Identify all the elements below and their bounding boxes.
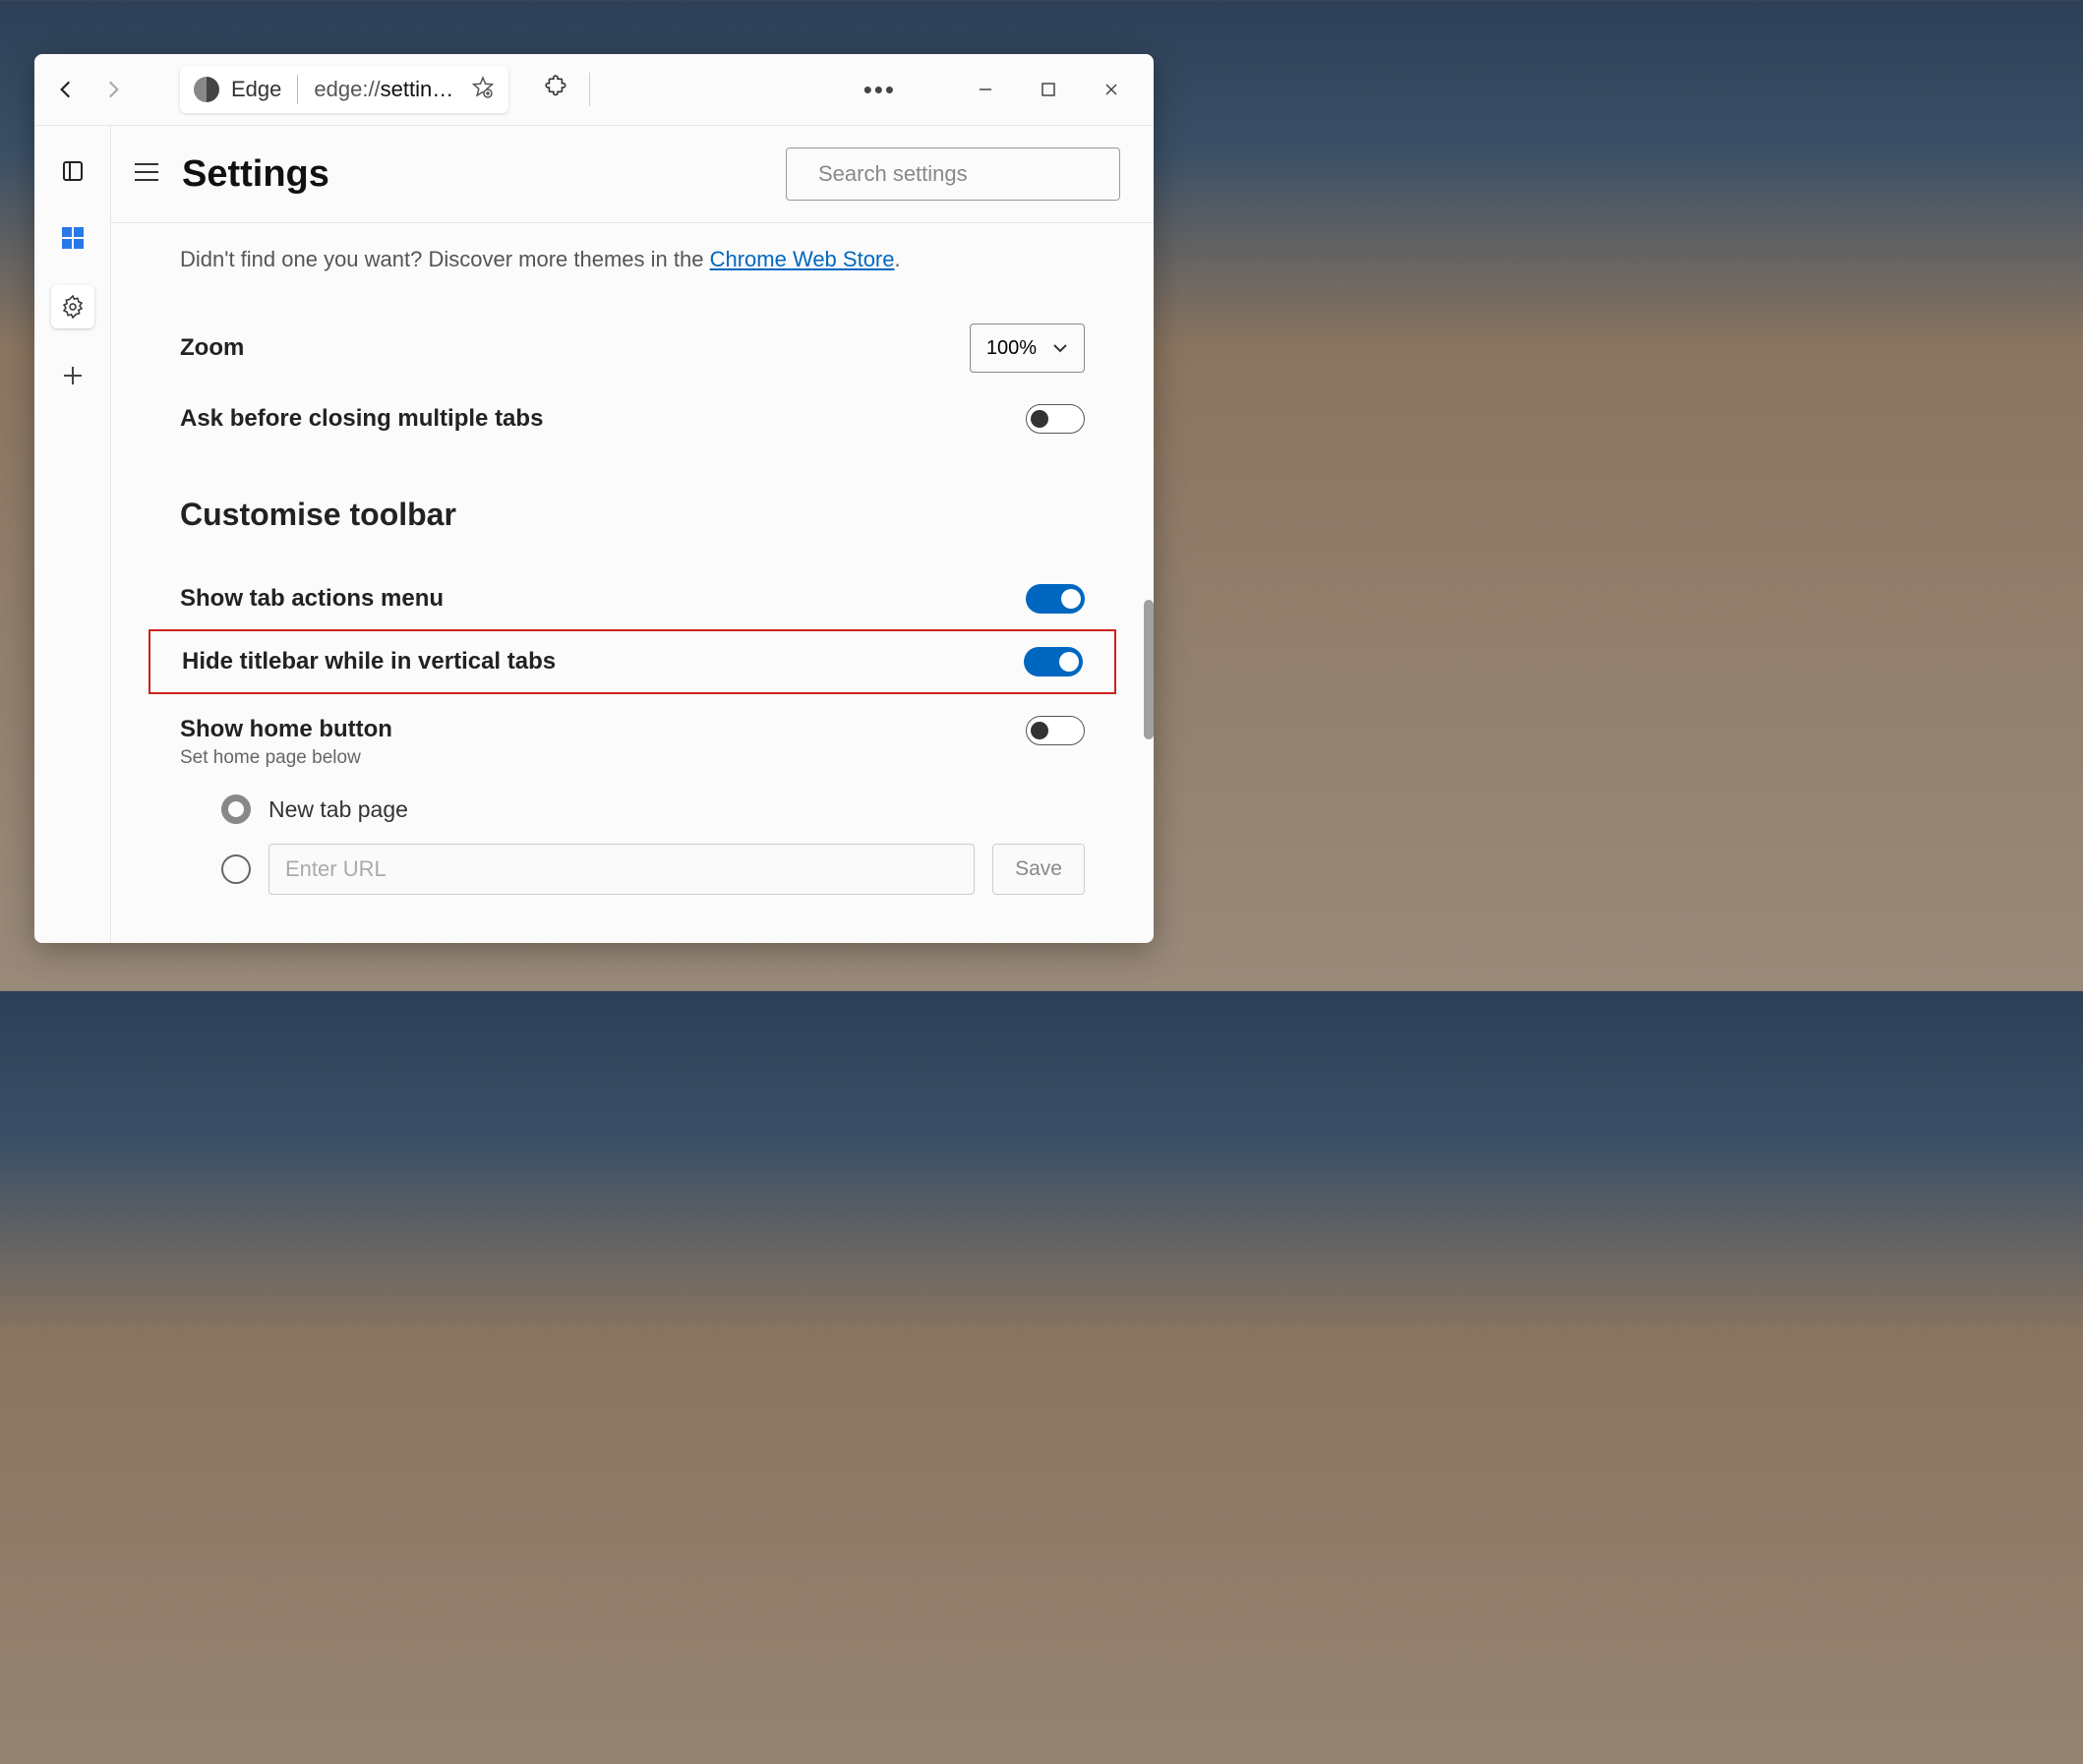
content-area: Settings Didn't find one you want? Disco… [111, 126, 1154, 943]
overflow-menu-icon[interactable]: ••• [863, 75, 896, 105]
nav-back-button[interactable] [46, 70, 86, 109]
search-box[interactable] [786, 147, 1120, 201]
scrollbar-thumb[interactable] [1144, 600, 1154, 739]
page-title: Settings [182, 153, 764, 196]
tab-actions-label: Show tab actions menu [180, 585, 444, 613]
new-tab-radio[interactable] [221, 794, 251, 824]
save-button[interactable]: Save [992, 844, 1085, 895]
tab-actions-row: Show tab actions menu [180, 568, 1085, 629]
chrome-web-store-link[interactable]: Chrome Web Store [710, 247, 895, 271]
highlighted-row: Hide titlebar while in vertical tabs [149, 629, 1116, 694]
favorite-icon[interactable] [471, 76, 495, 104]
new-tab-icon[interactable] [53, 356, 92, 395]
hide-titlebar-label: Hide titlebar while in vertical tabs [182, 648, 556, 676]
url-path: settin… [381, 77, 454, 101]
ask-close-label: Ask before closing multiple tabs [180, 405, 543, 433]
tab-actions-toggle[interactable] [1026, 584, 1085, 614]
zoom-label: Zoom [180, 334, 244, 362]
hide-titlebar-row: Hide titlebar while in vertical tabs [182, 631, 1083, 692]
browser-window: Edge edge://settin… ••• [34, 54, 1154, 943]
tab-url: edge://settin… [314, 77, 453, 102]
extensions-icon[interactable] [544, 75, 569, 105]
chevron-down-icon [1052, 343, 1068, 353]
settings-tab-icon[interactable] [51, 285, 94, 328]
maximize-button[interactable] [1026, 67, 1071, 112]
url-radio[interactable] [221, 854, 251, 884]
home-button-toggle[interactable] [1026, 716, 1085, 745]
tab-title: Edge [231, 77, 281, 102]
zoom-dropdown[interactable]: 100% [970, 323, 1085, 373]
ask-close-toggle[interactable] [1026, 404, 1085, 434]
hide-titlebar-toggle[interactable] [1024, 647, 1083, 676]
home-button-row: Show home button Set home page below [180, 694, 1085, 785]
home-url-input[interactable] [268, 844, 975, 895]
tab-actions-icon[interactable] [53, 151, 92, 191]
new-tab-radio-row: New tab page [180, 785, 1085, 834]
url-scheme: edge:// [314, 77, 380, 101]
menu-icon[interactable] [133, 161, 160, 188]
titlebar: Edge edge://settin… ••• [34, 54, 1154, 126]
customise-toolbar-heading: Customise toolbar [180, 497, 1085, 533]
settings-scroll[interactable]: Didn't find one you want? Discover more … [111, 223, 1154, 943]
hint-suffix: . [895, 247, 901, 271]
new-tab-radio-label: New tab page [268, 796, 408, 823]
search-input[interactable] [818, 161, 1101, 187]
home-button-label: Show home button [180, 716, 392, 743]
edge-logo-icon [194, 77, 219, 102]
close-button[interactable] [1089, 67, 1134, 112]
url-radio-row: Save [180, 834, 1085, 905]
tab-separator [297, 75, 298, 104]
windows-start-icon[interactable] [53, 218, 92, 258]
content-header: Settings [111, 126, 1154, 223]
zoom-row: Zoom 100% [180, 308, 1085, 388]
home-button-sub: Set home page below [180, 747, 392, 769]
vertical-tab-rail [34, 126, 111, 943]
separator [589, 73, 590, 106]
minimize-button[interactable] [963, 67, 1008, 112]
theme-hint: Didn't find one you want? Discover more … [180, 247, 1085, 272]
ask-close-row: Ask before closing multiple tabs [180, 388, 1085, 449]
window-controls [963, 67, 1134, 112]
nav-forward-button [93, 70, 133, 109]
active-tab[interactable]: Edge edge://settin… [180, 66, 508, 113]
hint-prefix: Didn't find one you want? Discover more … [180, 247, 710, 271]
zoom-value: 100% [986, 337, 1037, 360]
